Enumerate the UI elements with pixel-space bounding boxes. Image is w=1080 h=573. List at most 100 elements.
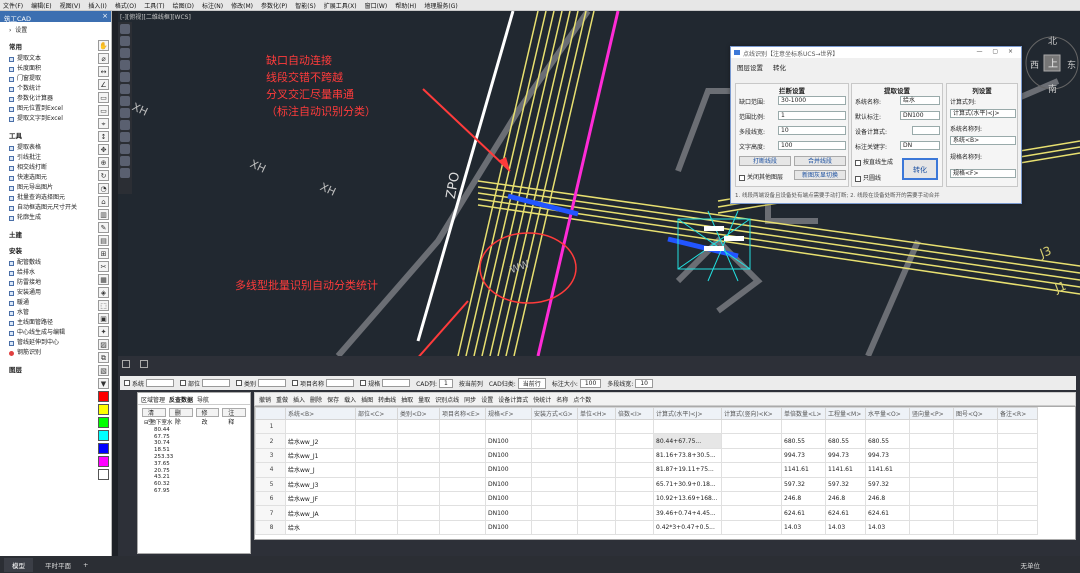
- table-cell[interactable]: [909, 519, 954, 536]
- tab-layout[interactable]: 平时平面: [45, 560, 71, 570]
- tab-layer-settings[interactable]: 图层设置: [737, 62, 763, 72]
- table-cell[interactable]: [397, 462, 440, 478]
- close-icon[interactable]: ×: [102, 12, 108, 20]
- menu-item[interactable]: 工具(T): [144, 1, 164, 10]
- scale-input[interactable]: 1: [778, 111, 846, 120]
- table-cell[interactable]: [577, 447, 616, 464]
- filter-dropdown[interactable]: [146, 379, 175, 387]
- tool-icon[interactable]: ↔: [98, 66, 109, 77]
- row-number[interactable]: 4: [255, 462, 286, 478]
- filter-3[interactable]: 项目名称: [292, 379, 355, 388]
- tool-icon[interactable]: ⊕: [98, 157, 109, 168]
- table-cell[interactable]: [397, 418, 440, 435]
- column-header[interactable]: 工程量<M>: [825, 407, 866, 420]
- menu-item[interactable]: 扩展工具(X): [324, 1, 357, 10]
- sidebar-item[interactable]: 轮廓生成: [0, 213, 111, 223]
- region-tab[interactable]: 区域管理: [141, 395, 165, 404]
- column-header[interactable]: 系统<B>: [285, 407, 356, 420]
- table-cell[interactable]: [439, 519, 486, 536]
- table-cell[interactable]: [953, 462, 998, 478]
- table-cell[interactable]: 80.44+67.75...: [653, 433, 722, 449]
- tool-icon[interactable]: ↻: [98, 170, 109, 181]
- tree-leaf[interactable]: 253.33: [144, 454, 250, 461]
- column-header[interactable]: 类别<D>: [397, 407, 440, 420]
- table-tool-button[interactable]: 保存: [327, 395, 339, 404]
- cad-tool-icon[interactable]: [120, 132, 130, 142]
- menu-item[interactable]: 编辑(E): [31, 1, 51, 10]
- filter-checkbox[interactable]: [236, 380, 243, 386]
- sidebar-item[interactable]: 钢筋识别: [0, 348, 111, 358]
- table-cell[interactable]: [997, 476, 1038, 492]
- table-row[interactable]: 7 给水ww_JA DN100 39.46+0.74+4.45... 624.61 624…: [255, 505, 1038, 521]
- table-cell[interactable]: [909, 462, 954, 478]
- sidebar-item[interactable]: 给排水: [0, 268, 111, 278]
- region-tab[interactable]: 导航: [197, 395, 209, 404]
- row-number[interactable]: 3: [255, 447, 286, 464]
- menu-item[interactable]: 参数化(P): [261, 1, 287, 10]
- column-header[interactable]: 备注<R>: [997, 407, 1038, 420]
- table-tool-button[interactable]: 同步: [464, 395, 476, 404]
- table-tool-button[interactable]: 插图: [361, 395, 373, 404]
- color-swatch[interactable]: [98, 391, 109, 402]
- table-tool-button[interactable]: 识别点线: [435, 395, 459, 404]
- table-tool-button[interactable]: 载入: [344, 395, 356, 404]
- table-tool-button[interactable]: 点个数: [573, 395, 591, 404]
- tool-icon[interactable]: ✎: [98, 222, 109, 233]
- row-number[interactable]: 8: [255, 519, 286, 536]
- table-cell[interactable]: [397, 433, 440, 449]
- table-cell[interactable]: [439, 462, 486, 478]
- table-cell[interactable]: [531, 462, 578, 478]
- row-number[interactable]: 7: [255, 505, 286, 521]
- filter-dropdown[interactable]: [258, 379, 287, 387]
- column-header[interactable]: 竖向量<P>: [909, 407, 954, 420]
- menu-item[interactable]: 文件(F): [3, 1, 23, 10]
- table-cell[interactable]: [953, 447, 998, 464]
- column-header[interactable]: 部位<C>: [355, 407, 398, 420]
- table-cell[interactable]: 597.32: [781, 476, 826, 492]
- table-cell[interactable]: [953, 490, 998, 507]
- color-swatch[interactable]: [98, 417, 109, 428]
- table-cell[interactable]: DN100: [485, 490, 532, 507]
- section-civil[interactable]: 土建: [9, 229, 111, 239]
- table-tool-button[interactable]: 设置: [481, 395, 493, 404]
- table-cell[interactable]: [531, 505, 578, 521]
- table-cell[interactable]: [615, 505, 654, 521]
- table-cell[interactable]: [909, 433, 954, 449]
- table-cell[interactable]: 给水ww_JA: [285, 505, 356, 521]
- menu-item[interactable]: 插入(I): [88, 1, 106, 10]
- tree-leaf[interactable]: 60.32: [144, 481, 250, 488]
- table-cell[interactable]: [721, 476, 782, 492]
- table-cell[interactable]: 给水: [285, 519, 356, 536]
- toolbar-field[interactable]: 多段线宽: 10: [607, 378, 653, 388]
- row-number[interactable]: 6: [255, 490, 286, 507]
- table-cell[interactable]: 597.32: [825, 476, 866, 492]
- cad-tool-icon[interactable]: [120, 144, 130, 154]
- unit-indicator[interactable]: 无单位: [1021, 560, 1041, 570]
- tool-icon[interactable]: ⌀: [98, 53, 109, 64]
- table-cell[interactable]: DN100: [485, 519, 532, 536]
- table-cell[interactable]: DN100: [485, 476, 532, 492]
- table-cell[interactable]: [439, 447, 486, 464]
- color-swatch[interactable]: [98, 404, 109, 415]
- cad-tool-icon[interactable]: [120, 24, 130, 34]
- table-cell[interactable]: [531, 519, 578, 536]
- table-row[interactable]: 5 给水ww_J3 DN100 65.71+30.9+0.18... 597.32 597…: [255, 476, 1038, 492]
- table-cell[interactable]: [615, 447, 654, 464]
- table-cell[interactable]: 14.03: [825, 519, 866, 536]
- cad-tool-icon[interactable]: [120, 156, 130, 166]
- table-tool-button[interactable]: 转曲线: [378, 395, 396, 404]
- table-cell[interactable]: 994.73: [781, 447, 826, 464]
- filter-dropdown[interactable]: [202, 379, 231, 387]
- sidebar-item[interactable]: 快速选图元: [0, 173, 111, 183]
- close-other-layers-checkbox[interactable]: 关闭其他图层: [739, 172, 783, 181]
- sidebar-item[interactable]: 管线延伸到中心: [0, 338, 111, 348]
- table-cell[interactable]: 680.55: [825, 433, 866, 449]
- table-cell[interactable]: [397, 505, 440, 521]
- table-cell[interactable]: [355, 505, 398, 521]
- table-cell[interactable]: 624.61: [865, 505, 910, 521]
- table-cell[interactable]: [355, 433, 398, 449]
- table-cell[interactable]: [285, 418, 356, 435]
- tab-convert[interactable]: 转化: [773, 62, 786, 72]
- table-cell[interactable]: 14.03: [781, 519, 826, 536]
- table-cell[interactable]: [531, 476, 578, 492]
